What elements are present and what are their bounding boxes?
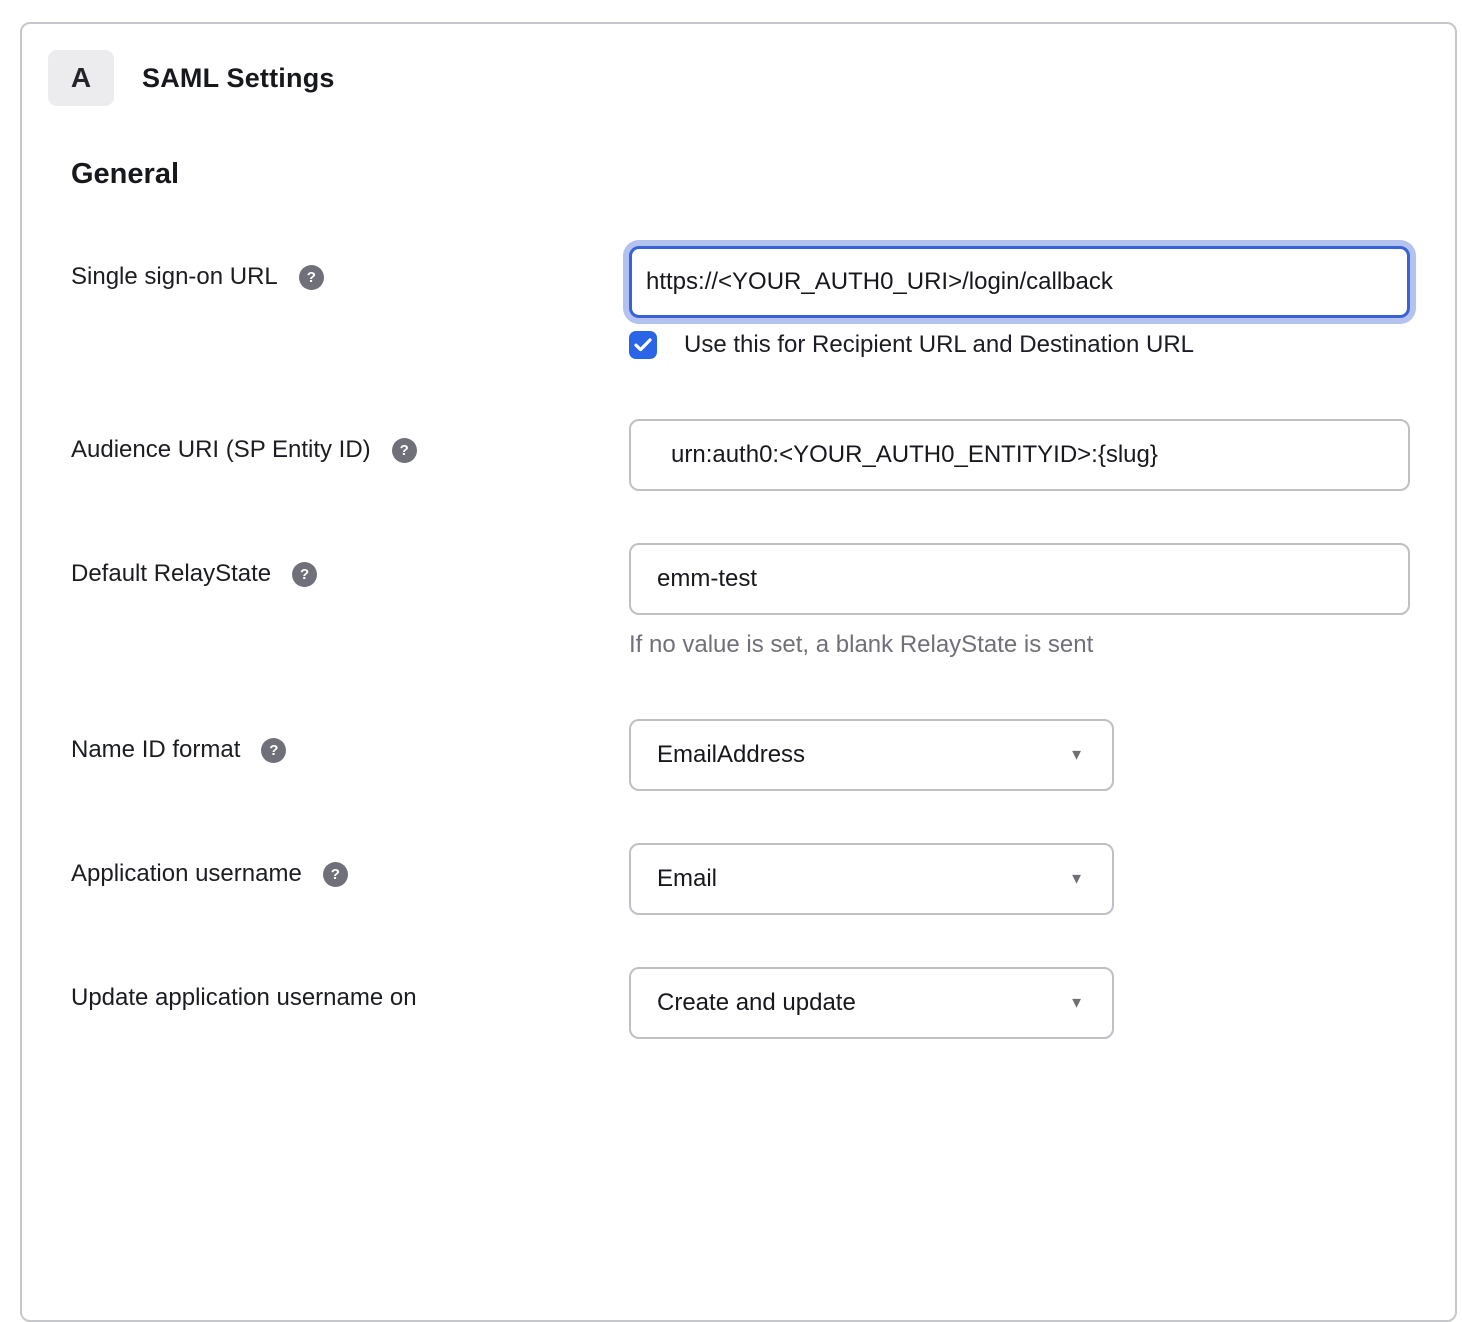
checkmark-icon bbox=[634, 338, 652, 352]
audience-uri-control bbox=[629, 419, 1410, 491]
recipient-url-checkbox-label[interactable]: Use this for Recipient URL and Destinati… bbox=[684, 331, 1194, 359]
row-sso-url: Single sign-on URL ? Use this for Recipi… bbox=[71, 246, 1408, 359]
application-username-label-group: Application username ? bbox=[71, 843, 629, 915]
chevron-down-icon: ▼ bbox=[1069, 747, 1084, 764]
update-application-username-label-group: Update application username on bbox=[71, 967, 629, 1039]
audience-uri-input[interactable] bbox=[629, 419, 1410, 491]
relay-state-input[interactable] bbox=[629, 543, 1410, 615]
relay-state-helper-text: If no value is set, a blank RelayState i… bbox=[629, 631, 1410, 659]
audience-uri-label-group: Audience URI (SP Entity ID) ? bbox=[71, 419, 629, 491]
saml-settings-panel: A SAML Settings General Single sign-on U… bbox=[20, 22, 1457, 1322]
sso-url-label: Single sign-on URL bbox=[71, 262, 278, 292]
sso-url-input[interactable] bbox=[629, 246, 1410, 318]
help-icon[interactable]: ? bbox=[299, 265, 324, 290]
audience-uri-label: Audience URI (SP Entity ID) bbox=[71, 435, 371, 465]
relay-state-label: Default RelayState bbox=[71, 559, 271, 589]
row-audience-uri: Audience URI (SP Entity ID) ? bbox=[71, 419, 1408, 491]
recipient-url-checkbox-row: Use this for Recipient URL and Destinati… bbox=[629, 331, 1410, 359]
name-id-format-label-group: Name ID format ? bbox=[71, 719, 629, 791]
help-icon[interactable]: ? bbox=[261, 738, 286, 763]
relay-state-label-group: Default RelayState ? bbox=[71, 543, 629, 659]
panel-header: A SAML Settings bbox=[48, 50, 1408, 106]
help-icon[interactable]: ? bbox=[323, 862, 348, 887]
panel-title: SAML Settings bbox=[142, 63, 335, 94]
row-application-username: Application username ? Email ▼ bbox=[71, 843, 1408, 915]
update-application-username-label: Update application username on bbox=[71, 983, 417, 1013]
row-update-application-username: Update application username on Create an… bbox=[71, 967, 1408, 1039]
name-id-format-label: Name ID format bbox=[71, 735, 240, 765]
update-application-username-control: Create and update ▼ bbox=[629, 967, 1408, 1039]
general-heading: General bbox=[71, 157, 1408, 191]
section-badge: A bbox=[48, 50, 114, 106]
name-id-format-control: EmailAddress ▼ bbox=[629, 719, 1408, 791]
update-application-username-value: Create and update bbox=[657, 989, 856, 1017]
relay-state-control: If no value is set, a blank RelayState i… bbox=[629, 543, 1410, 659]
recipient-url-checkbox[interactable] bbox=[629, 331, 657, 359]
application-username-control: Email ▼ bbox=[629, 843, 1408, 915]
chevron-down-icon: ▼ bbox=[1069, 995, 1084, 1012]
application-username-value: Email bbox=[657, 865, 717, 893]
sso-url-label-group: Single sign-on URL ? bbox=[71, 246, 629, 359]
help-icon[interactable]: ? bbox=[392, 438, 417, 463]
update-application-username-select[interactable]: Create and update ▼ bbox=[629, 967, 1114, 1039]
name-id-format-value: EmailAddress bbox=[657, 741, 805, 769]
row-name-id-format: Name ID format ? EmailAddress ▼ bbox=[71, 719, 1408, 791]
chevron-down-icon: ▼ bbox=[1069, 871, 1084, 888]
row-default-relay-state: Default RelayState ? If no value is set,… bbox=[71, 543, 1408, 659]
sso-url-control: Use this for Recipient URL and Destinati… bbox=[629, 246, 1410, 359]
application-username-select[interactable]: Email ▼ bbox=[629, 843, 1114, 915]
name-id-format-select[interactable]: EmailAddress ▼ bbox=[629, 719, 1114, 791]
application-username-label: Application username bbox=[71, 859, 302, 889]
help-icon[interactable]: ? bbox=[292, 562, 317, 587]
